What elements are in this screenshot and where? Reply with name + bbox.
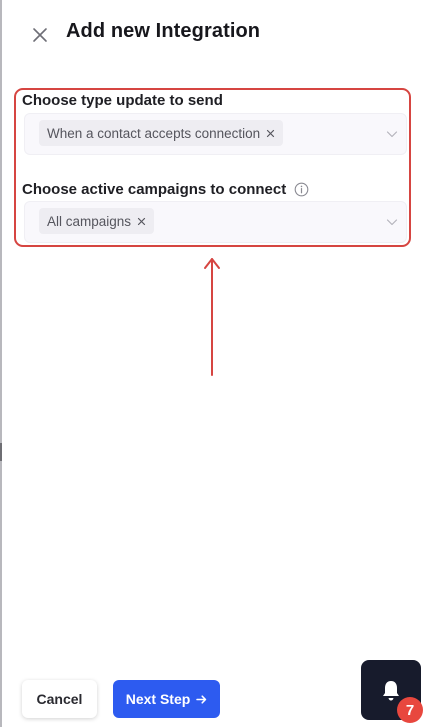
integration-panel: Add new Integration Choose type update t… bbox=[0, 0, 427, 727]
update-type-select[interactable]: When a contact accepts connection bbox=[24, 113, 407, 155]
update-type-label: Choose type update to send bbox=[22, 92, 223, 109]
arrow-right-icon bbox=[196, 694, 207, 704]
campaigns-select[interactable]: All campaigns bbox=[24, 201, 407, 243]
chip-label: All campaigns bbox=[47, 213, 132, 229]
panel-left-border bbox=[0, 0, 2, 727]
selected-chip-update-type: When a contact accepts connection bbox=[39, 120, 284, 146]
chevron-down-icon[interactable] bbox=[386, 216, 398, 228]
notification-count-badge: 7 bbox=[397, 697, 423, 723]
close-icon bbox=[33, 28, 47, 42]
chevron-down-icon[interactable] bbox=[386, 128, 398, 140]
close-button[interactable] bbox=[29, 24, 51, 46]
campaigns-label: Choose active campaigns to connect bbox=[22, 181, 287, 198]
next-step-button[interactable]: Next Step bbox=[113, 680, 220, 718]
dialog-title: Add new Integration bbox=[66, 20, 261, 42]
selected-chip-campaigns: All campaigns bbox=[39, 208, 155, 234]
next-step-label: Next Step bbox=[125, 691, 191, 707]
info-icon[interactable] bbox=[294, 182, 309, 197]
bell-icon bbox=[383, 681, 399, 701]
remove-chip-icon[interactable] bbox=[137, 217, 146, 226]
annotation-arrow-icon bbox=[204, 258, 220, 376]
cancel-button[interactable]: Cancel bbox=[22, 680, 97, 718]
remove-chip-icon[interactable] bbox=[266, 129, 275, 138]
chip-label: When a contact accepts connection bbox=[47, 125, 261, 141]
resize-handle[interactable] bbox=[0, 443, 2, 461]
